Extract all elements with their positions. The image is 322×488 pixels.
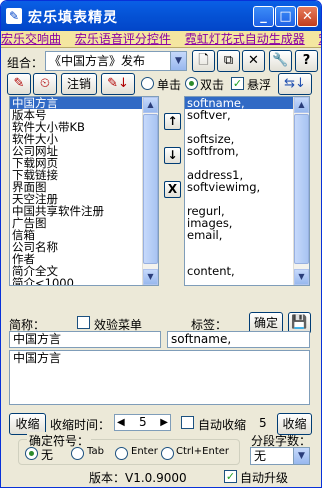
hover-checkbox[interactable]: ✓ (231, 77, 244, 90)
list-item[interactable]: content, (185, 265, 309, 277)
clock-icon: ⏲ (39, 76, 51, 91)
timer-button[interactable]: ⏲ (33, 73, 57, 95)
combo-value: 《中国方言》发布 (49, 54, 146, 68)
scroll-up-icon[interactable]: ▲ (143, 97, 158, 113)
main-window: ✎ 宏乐填表精灵 _ □ ✕ 宏乐交响曲 宏乐语音评分控件 霓虹灯花式自动生成器… (0, 0, 322, 488)
chevron-down-icon[interactable]: ▼ (170, 52, 186, 70)
effect-menu-checkbox[interactable] (77, 316, 90, 329)
memo-textarea[interactable]: 中国方言 (9, 350, 310, 405)
shrink-time-label: 收缩时间： (50, 418, 111, 432)
field-code-list[interactable]: softname, softver, softsize, softfrom, add… (184, 96, 310, 286)
scroll-up-icon[interactable]: ▲ (294, 97, 309, 113)
radio-tab-label: Tab (87, 446, 104, 457)
short-name-input[interactable]: 中国方言 (9, 331, 161, 348)
copy-button[interactable]: ⧉ (217, 50, 240, 72)
pick-button[interactable]: ✎ (7, 73, 31, 95)
check-pen-icon: ✎ (13, 76, 25, 91)
radio-ctrl-enter-label: Ctrl+Enter (176, 446, 230, 457)
radio-enter-label: Enter (131, 446, 158, 457)
window-title: 宏乐填表精灵 (28, 10, 118, 26)
marquee-link-4[interactable]: 宏 (319, 31, 321, 47)
radio-enter[interactable] (115, 447, 128, 460)
marquee-links: 宏乐交响曲 宏乐语音评分控件 霓虹灯花式自动生成器 宏 (1, 31, 321, 48)
save-icon: 💾 (291, 315, 308, 330)
list-item[interactable]: softver, (185, 109, 309, 121)
move-down-button[interactable]: ↓ (164, 147, 181, 164)
shrink-time-value: 5 (139, 415, 147, 429)
remove-x-icon: X (167, 182, 178, 196)
auto-upgrade-checkbox[interactable]: ✓ (224, 470, 237, 483)
close-button[interactable]: ✕ (297, 6, 318, 27)
stepper-right-icon[interactable]: ▶ (160, 415, 168, 430)
remove-button[interactable]: X (164, 181, 181, 198)
move-up-button[interactable]: ↑ (164, 113, 181, 130)
marquee-link-3[interactable]: 霓虹灯花式自动生成器 (185, 31, 305, 47)
copy-icon: ⧉ (223, 53, 234, 68)
combo-label: 组合： (7, 56, 44, 70)
arrow-down-icon: ↓ (167, 148, 178, 162)
version-text: 版本：V1.0.9000 (89, 471, 187, 485)
marquee-link-2[interactable]: 宏乐语音评分控件 (75, 31, 171, 47)
title-bar: ✎ 宏乐填表精灵 _ □ ✕ (1, 1, 321, 31)
shrink-time-stepper[interactable]: ◀ 5 ▶ (114, 414, 171, 431)
right-list-scrollbar[interactable]: ▲ ▼ (293, 97, 309, 285)
list-item[interactable]: softviewimg, (185, 181, 309, 193)
sort-button[interactable]: ✎↓ (101, 73, 135, 95)
help-icon: ? (302, 53, 311, 68)
hover-label: 悬浮 (247, 78, 272, 92)
new-file-button[interactable]: 🗋 (192, 50, 215, 72)
wrench-icon: 🔧 (272, 53, 289, 68)
cancel-button[interactable]: 注销 (61, 73, 97, 95)
scroll-down-icon[interactable]: ▼ (294, 269, 309, 285)
radio-tab[interactable] (71, 447, 84, 460)
scroll-thumb[interactable] (294, 114, 309, 264)
sort-down-icon: ✎↓ (107, 76, 129, 91)
confirm-symbol-caption: 确定符号： (27, 432, 92, 449)
combo-select[interactable]: 《中国方言》发布 ▼ (45, 51, 187, 71)
auto-shrink-label: 自动收缩 (198, 418, 247, 432)
help-button[interactable]: ? (295, 50, 318, 72)
list-item[interactable] (185, 241, 309, 253)
scroll-thumb[interactable] (143, 114, 158, 264)
stepper-left-icon[interactable]: ◀ (117, 415, 125, 430)
radio-none[interactable] (25, 447, 38, 460)
single-click-label: 单击 (157, 78, 182, 92)
chevron-down-icon[interactable]: ▼ (293, 448, 309, 464)
auto-shrink-checkbox[interactable] (181, 416, 194, 429)
list-item[interactable]: 简介<1000 (10, 277, 158, 285)
radio-double-click[interactable] (185, 77, 198, 90)
layout-icon: ⇆↓ (284, 76, 306, 91)
delete-button[interactable]: ✕ (242, 50, 265, 72)
layout-button[interactable]: ⇆↓ (278, 73, 312, 95)
list-item[interactable]: softfrom, (185, 145, 309, 157)
auto-upgrade-label: 自动升级 (240, 471, 289, 485)
list-item[interactable]: email, (185, 229, 309, 241)
app-icon: ✎ (6, 8, 22, 24)
confirm-symbol-group: 确定符号： 无 Tab Enter Ctrl+Enter (18, 432, 240, 465)
tag-input[interactable]: softname, (167, 331, 310, 348)
maximize-button[interactable]: □ (275, 6, 296, 27)
file-icon: 🗋 (198, 53, 209, 68)
double-click-label: 双击 (200, 78, 225, 92)
tools-button[interactable]: 🔧 (269, 50, 292, 72)
radio-none-label: 无 (41, 448, 54, 462)
scroll-down-icon[interactable]: ▼ (143, 269, 158, 285)
auto-shrink-value: 5 (259, 416, 267, 430)
field-name-list[interactable]: 中国方言 版本号 软件大小带KB 软件大小 公司网址 下载网页 下载链接 界面图 天空注册 中国共… (9, 96, 159, 286)
segment-value: 无 (254, 449, 267, 463)
radio-single-click[interactable] (141, 77, 154, 90)
left-list-scrollbar[interactable]: ▲ ▼ (142, 97, 158, 285)
arrow-up-icon: ↑ (167, 114, 178, 128)
radio-ctrl-enter[interactable] (161, 447, 174, 460)
marquee-link-1[interactable]: 宏乐交响曲 (1, 31, 61, 47)
delete-x-icon: ✕ (248, 53, 259, 68)
segment-select[interactable]: 无 ▼ (250, 447, 310, 465)
minimize-button[interactable]: _ (253, 6, 274, 27)
